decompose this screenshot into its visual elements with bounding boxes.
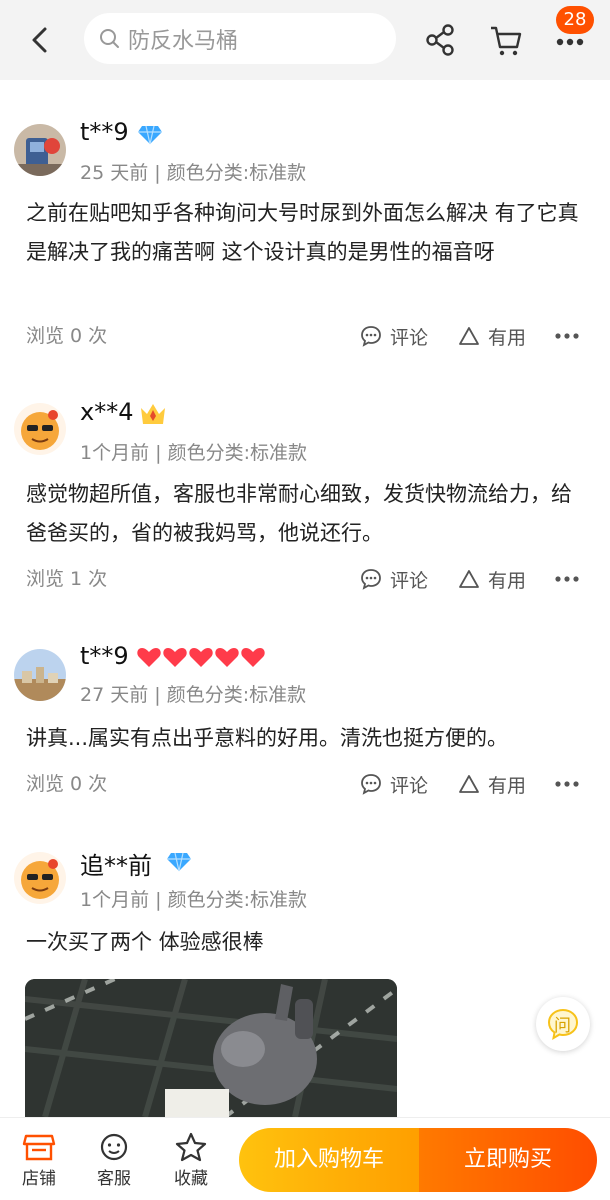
store-tab[interactable]: 店铺: [9, 1132, 69, 1189]
review-actions: 浏览 0 次 评论 有用: [0, 769, 610, 799]
comment-button[interactable]: 评论: [360, 321, 428, 351]
customer-service-icon: [100, 1133, 128, 1161]
add-to-cart-button[interactable]: 加入购物车: [239, 1128, 419, 1192]
review-content: 一次买了两个 体验感很棒: [26, 930, 264, 954]
search-input[interactable]: 防反水马桶: [84, 13, 396, 64]
ask-label: 问: [554, 1016, 571, 1036]
hearts-icon: [137, 648, 265, 667]
favorite-tab[interactable]: 收藏: [161, 1132, 221, 1189]
username: x**4: [80, 398, 134, 426]
useful-button[interactable]: 有用: [458, 769, 526, 799]
comment-label: 评论: [390, 569, 429, 592]
store-label: 店铺: [22, 1169, 56, 1189]
comment-button[interactable]: 评论: [360, 769, 428, 799]
view-count: 浏览 0 次: [26, 773, 108, 795]
more-icon[interactable]: [554, 769, 580, 799]
review-meta: 27 天前 | 颜色分类:标准款: [80, 684, 307, 706]
favorite-label: 收藏: [174, 1169, 208, 1189]
store-icon: [22, 1134, 56, 1161]
username: 追**前: [80, 852, 152, 880]
review-actions: 浏览 1 次 评论 有用: [0, 564, 610, 594]
useful-label: 有用: [488, 774, 527, 797]
username: t**9: [80, 118, 129, 146]
comment-icon: [361, 774, 381, 795]
avatar[interactable]: [14, 852, 66, 904]
comment-label: 评论: [390, 326, 429, 349]
useful-label: 有用: [488, 326, 527, 349]
comment-icon: [361, 326, 381, 347]
share-icon[interactable]: [424, 22, 458, 58]
diamond-icon: [138, 125, 162, 145]
triangle-icon: [459, 327, 479, 345]
top-bar: 防反水马桶 28: [0, 0, 610, 80]
service-label: 客服: [97, 1169, 131, 1189]
review-photo[interactable]: [25, 979, 397, 1117]
triangle-icon: [459, 570, 479, 588]
review-content: 讲真...属实有点出乎意料的好用。清洗也挺方便的。: [26, 726, 509, 750]
cart-icon[interactable]: [488, 22, 524, 58]
diamond-icon: [167, 852, 191, 872]
comment-button[interactable]: 评论: [360, 564, 428, 594]
cart-count-badge: 28: [556, 6, 594, 34]
username: t**9: [80, 642, 129, 670]
comment-label: 评论: [390, 774, 429, 797]
review-meta: 25 天前 | 颜色分类:标准款: [80, 162, 307, 184]
bottom-action-bar: 店铺 客服 收藏 加入购物车 立即购买: [0, 1117, 610, 1200]
useful-label: 有用: [488, 569, 527, 592]
search-icon: [100, 28, 119, 48]
triangle-icon: [459, 775, 479, 793]
more-icon[interactable]: [554, 564, 580, 594]
avatar[interactable]: [14, 124, 66, 176]
review-meta: 1个月前 | 颜色分类:标准款: [80, 442, 307, 464]
crown-icon: [141, 404, 165, 424]
avatar[interactable]: [14, 403, 66, 455]
buy-now-button[interactable]: 立即购买: [419, 1128, 597, 1192]
useful-button[interactable]: 有用: [458, 321, 526, 351]
comment-icon: [361, 569, 381, 590]
review-content: 感觉物超所值，客服也非常耐心细致，发货快物流给力，给爸爸买的，省的被我妈骂，他说…: [26, 482, 572, 545]
service-tab[interactable]: 客服: [84, 1132, 144, 1189]
star-icon: [175, 1132, 207, 1162]
useful-button[interactable]: 有用: [458, 564, 526, 594]
avatar[interactable]: [14, 649, 66, 701]
view-count: 浏览 1 次: [26, 568, 108, 590]
more-icon[interactable]: [554, 321, 580, 351]
back-icon[interactable]: [22, 22, 58, 58]
review-actions: 浏览 0 次 评论 有用: [0, 321, 610, 351]
review-content: 之前在贴吧知乎各种询问大号时尿到外面怎么解决 有了它真是解决了我的痛苦啊 这个设…: [26, 201, 579, 264]
ask-button[interactable]: 问: [536, 997, 590, 1051]
search-placeholder: 防反水马桶: [128, 28, 239, 54]
view-count: 浏览 0 次: [26, 325, 108, 347]
review-meta: 1个月前 | 颜色分类:标准款: [80, 889, 307, 911]
